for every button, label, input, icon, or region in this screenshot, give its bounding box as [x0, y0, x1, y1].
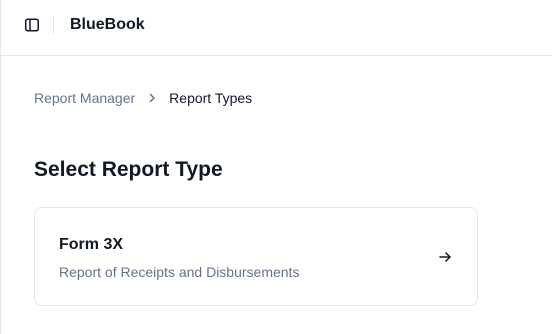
report-type-card-form-3x[interactable]: Form 3X Report of Receipts and Disbursem… — [34, 207, 478, 306]
app-title: BlueBook — [70, 16, 145, 33]
report-type-title: Form 3X — [59, 236, 124, 253]
breadcrumb: Report Manager Report Types — [34, 89, 252, 107]
sidebar-panel-icon — [25, 18, 39, 32]
top-bar: BlueBook — [1, 0, 552, 56]
header-divider — [53, 16, 54, 34]
breadcrumb-link-report-manager[interactable]: Report Manager — [34, 89, 135, 107]
report-type-description: Report of Receipts and Disbursements — [59, 264, 300, 280]
page-title: Select Report Type — [34, 158, 223, 181]
breadcrumb-separator — [135, 92, 169, 104]
chevron-right-icon — [149, 93, 155, 103]
app-page: BlueBook Report Manager Report Types Sel… — [0, 0, 552, 334]
sidebar-toggle-button[interactable] — [22, 15, 42, 35]
breadcrumb-current-report-types: Report Types — [169, 90, 253, 106]
arrow-right-icon — [439, 252, 451, 262]
report-type-arrow — [437, 249, 453, 265]
